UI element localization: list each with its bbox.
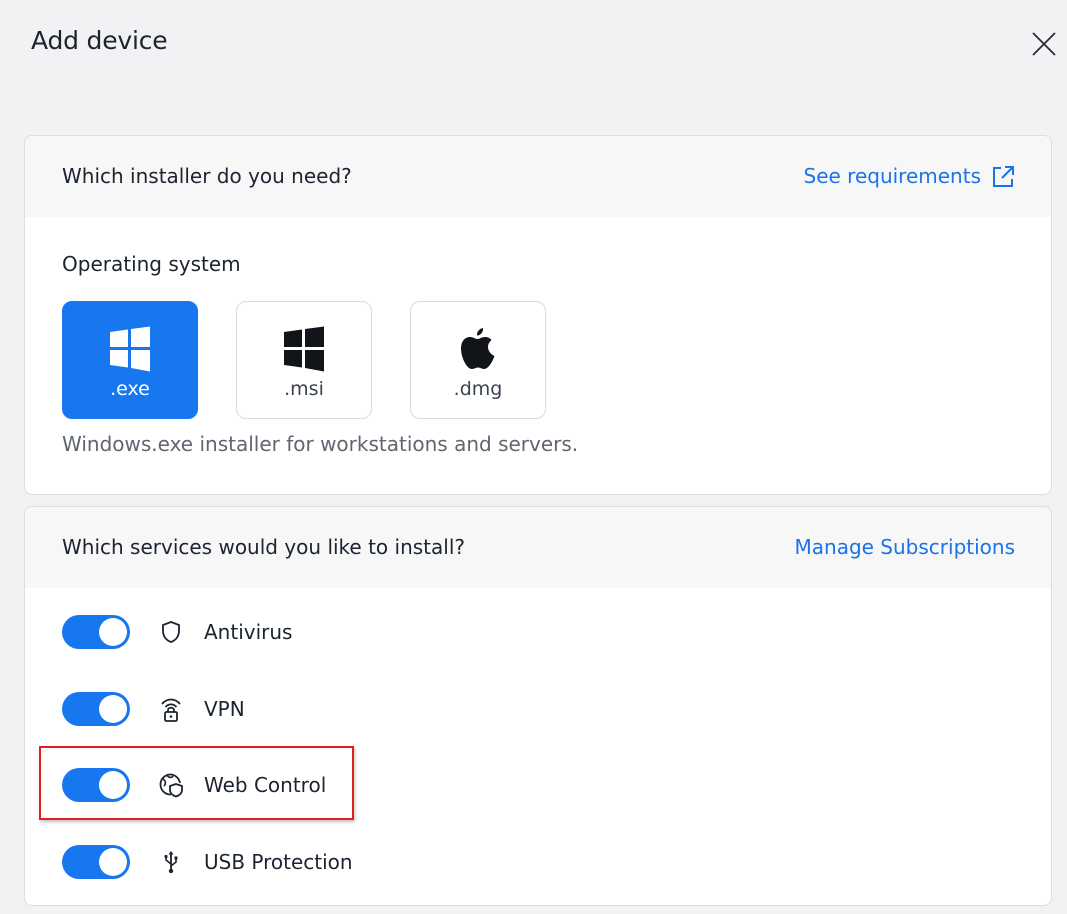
usb-protection-toggle[interactable]: [62, 845, 130, 879]
antivirus-toggle[interactable]: [62, 615, 130, 649]
installer-card: Which installer do you need? See require…: [24, 135, 1052, 495]
os-option-msi-label: .msi: [284, 378, 324, 400]
service-row-vpn: VPN: [62, 691, 245, 727]
toggle-knob: [99, 695, 127, 723]
external-link-icon: [993, 165, 1014, 187]
os-label: Operating system: [62, 252, 241, 276]
service-label: VPN: [204, 697, 245, 721]
see-requirements-link[interactable]: See requirements: [804, 136, 1016, 217]
services-card: Which services would you like to install…: [24, 506, 1052, 906]
os-option-exe[interactable]: .exe: [62, 301, 198, 419]
toggle-knob: [99, 618, 127, 646]
windows-icon: [110, 326, 150, 372]
os-option-dmg-label: .dmg: [453, 378, 503, 400]
vpn-toggle[interactable]: [62, 692, 130, 726]
os-description: Windows.exe installer for workstations a…: [62, 432, 579, 456]
service-label: USB Protection: [204, 850, 353, 874]
installer-card-header: Which installer do you need? See require…: [25, 136, 1051, 217]
shield-icon: [158, 619, 184, 645]
services-question: Which services would you like to install…: [62, 535, 465, 559]
apple-icon: [461, 328, 495, 369]
service-row-usb-protection: USB Protection: [62, 844, 353, 880]
installer-question: Which installer do you need?: [62, 164, 352, 188]
services-card-header: Which services would you like to install…: [25, 507, 1051, 588]
page-title: Add device: [31, 26, 168, 55]
see-requirements-label: See requirements: [803, 164, 982, 188]
windows-icon: [284, 326, 324, 372]
vpn-lock-icon: [158, 696, 184, 722]
usb-icon: [158, 849, 184, 875]
web-control-highlight: [39, 746, 354, 820]
service-row-antivirus: Antivirus: [62, 614, 292, 650]
service-label: Antivirus: [204, 620, 293, 644]
os-option-dmg[interactable]: .dmg: [410, 301, 546, 419]
close-icon[interactable]: [1030, 30, 1058, 58]
os-option-exe-label: .exe: [110, 378, 150, 400]
manage-subscriptions-link[interactable]: Manage Subscriptions: [795, 507, 1016, 588]
os-option-msi[interactable]: .msi: [236, 301, 372, 419]
manage-subscriptions-label: Manage Subscriptions: [794, 535, 1016, 559]
toggle-knob: [99, 848, 127, 876]
